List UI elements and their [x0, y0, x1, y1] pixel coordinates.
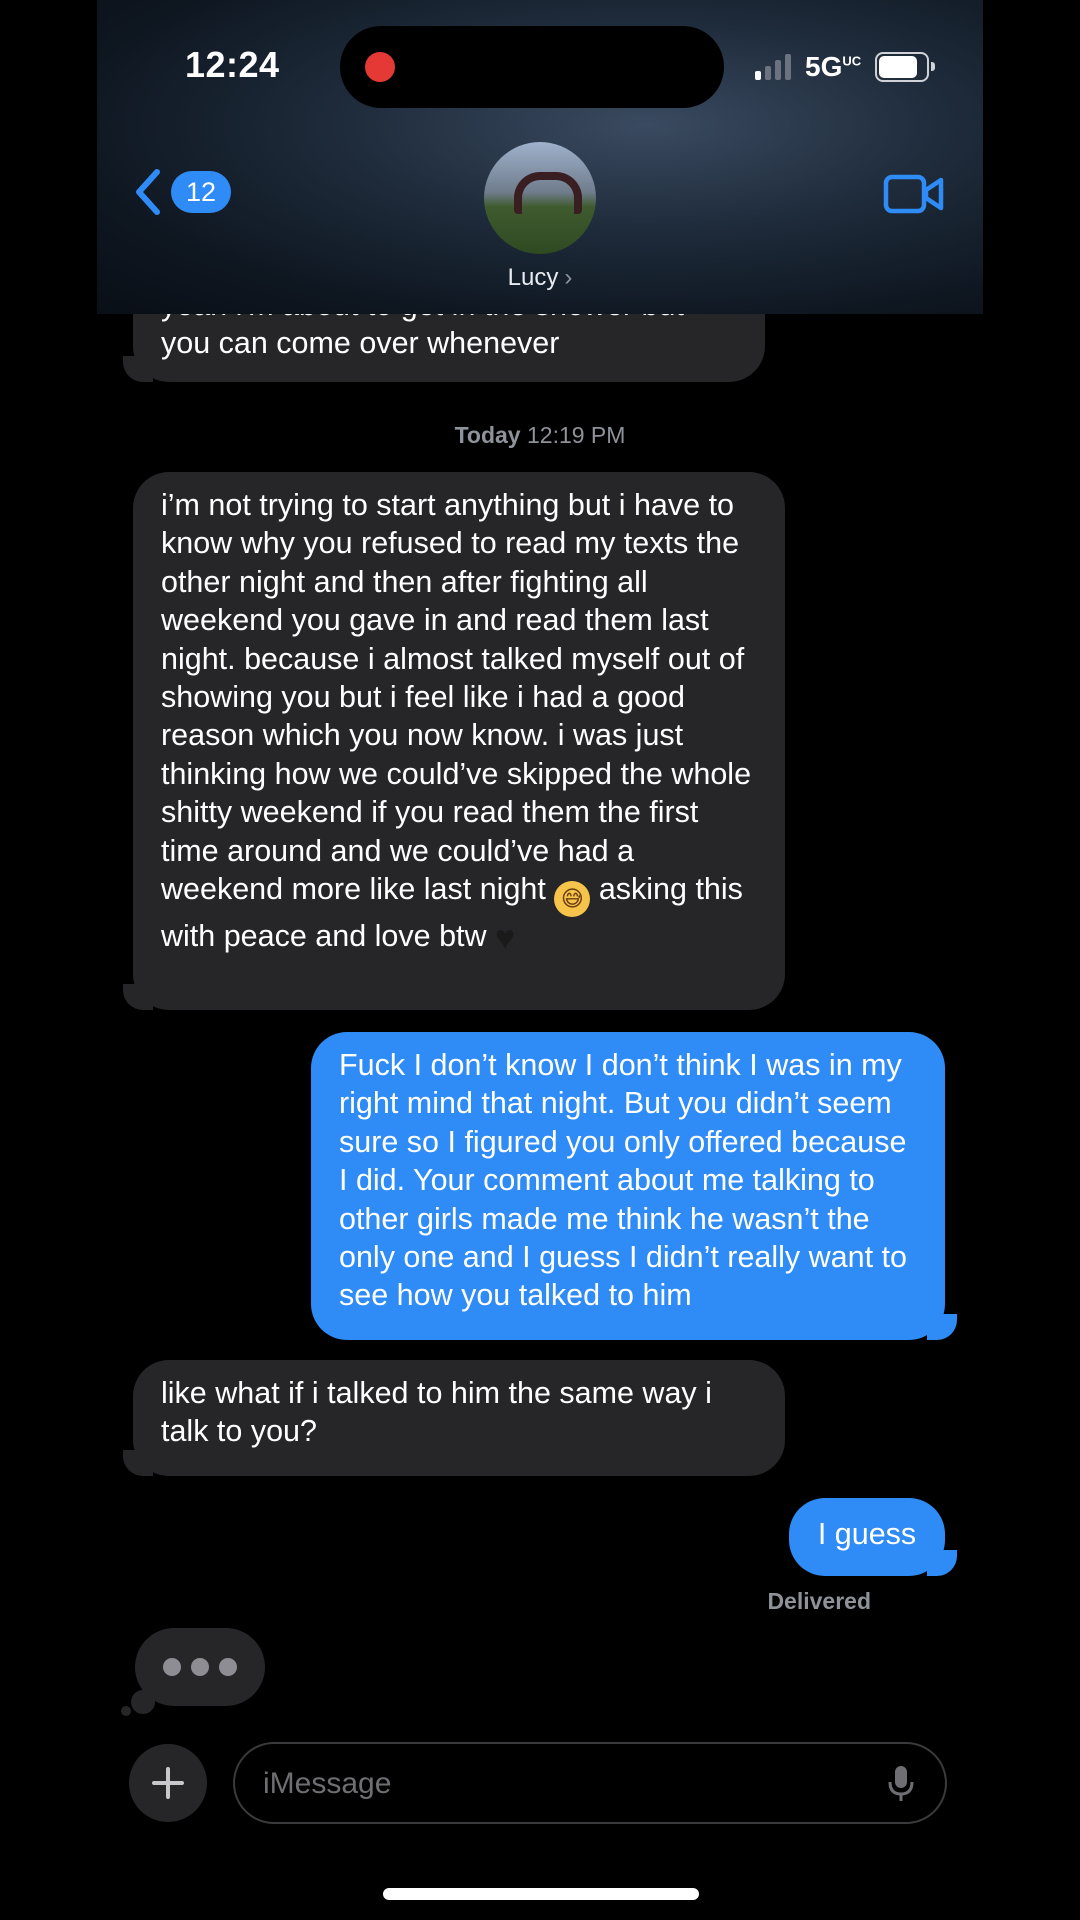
typing-tail — [121, 1706, 131, 1716]
bubble-tail — [927, 1550, 957, 1576]
sweat-smile-emoji: 😅 — [554, 881, 591, 918]
back-button[interactable]: 12 — [133, 168, 231, 216]
chevron-right-icon: › — [564, 264, 573, 291]
message-incoming-1[interactable]: i’m not trying to start anything but i h… — [133, 472, 785, 1010]
message-outgoing-2[interactable]: I guess — [789, 1498, 945, 1576]
timestamp-time: 12:19 PM — [526, 422, 626, 448]
typing-dot — [163, 1658, 181, 1676]
unread-count-badge: 12 — [171, 171, 231, 213]
status-icons: 5GUC — [755, 50, 936, 84]
bubble-tail — [123, 1450, 153, 1476]
apps-plus-button[interactable] — [129, 1744, 207, 1822]
typing-tail — [131, 1690, 155, 1714]
bubble-tail — [123, 984, 153, 1010]
avatar-photo — [514, 172, 582, 214]
message-text: like what if i talked to him the same wa… — [161, 1376, 712, 1449]
dynamic-island — [340, 26, 724, 108]
messages-screen: yeah i'm about to get in the shower but … — [97, 0, 983, 1920]
signal-icon — [755, 54, 791, 80]
message-incoming-2[interactable]: like what if i talked to him the same wa… — [133, 1360, 785, 1476]
delivered-status: Delivered — [767, 1588, 871, 1614]
status-time: 12:24 — [185, 44, 280, 85]
message-input[interactable] — [261, 1744, 865, 1824]
home-indicator[interactable] — [383, 1888, 699, 1900]
microphone-icon[interactable] — [887, 1764, 915, 1804]
message-text: i’m not trying to start anything but i h… — [161, 488, 752, 907]
typing-dot — [191, 1658, 209, 1676]
back-chevron-icon — [136, 169, 160, 215]
black-heart-emoji: ♥ — [495, 919, 516, 958]
contact-avatar[interactable] — [484, 142, 596, 254]
typing-indicator — [135, 1628, 265, 1706]
bubble-tail — [123, 356, 153, 382]
bubble-tail — [927, 1314, 957, 1340]
message-text: Fuck I don’t know I don’t think I was in… — [339, 1048, 907, 1313]
contact-name-button[interactable]: Lucy › — [97, 264, 983, 292]
typing-dot — [219, 1658, 237, 1676]
timestamp: Today 12:19 PM — [97, 422, 983, 449]
message-text: I guess — [817, 1517, 917, 1551]
video-camera-icon[interactable] — [883, 172, 945, 216]
recording-indicator-icon — [365, 52, 395, 82]
message-input-field[interactable] — [233, 1742, 947, 1824]
contact-name: Lucy — [507, 264, 559, 291]
timestamp-day: Today — [454, 422, 521, 448]
conversation-header: 12:24 5GUC 12 Lucy › — [97, 0, 983, 314]
battery-icon — [875, 52, 936, 82]
message-outgoing-1[interactable]: Fuck I don’t know I don’t think I was in… — [311, 1032, 945, 1340]
plus-icon — [152, 1767, 184, 1799]
network-type: 5GUC — [805, 51, 862, 82]
